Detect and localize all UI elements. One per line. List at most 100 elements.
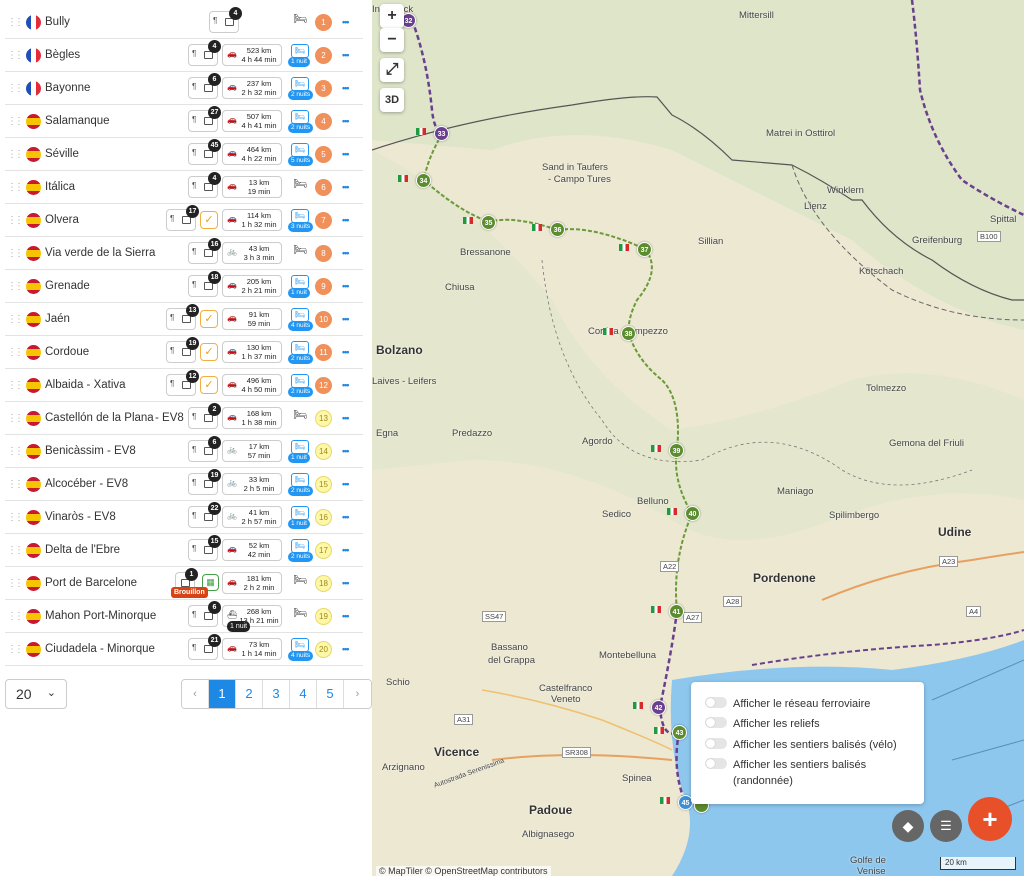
map-attribution[interactable]: © MapTiler © OpenStreetMap contributors <box>376 866 551 876</box>
stage-name[interactable]: Itálica <box>45 181 75 193</box>
drag-handle-icon[interactable]: ⋮⋮ <box>7 248 24 259</box>
drag-handle-icon[interactable]: ⋮⋮ <box>7 578 24 589</box>
accommodation-button[interactable]: 🛏 5 nuits <box>288 143 314 166</box>
page-button[interactable]: 3 <box>263 680 290 708</box>
notes-photos-button[interactable]: ¶ 4 <box>188 40 221 66</box>
drag-handle-icon[interactable]: ⋮⋮ <box>7 380 24 391</box>
stage-name[interactable]: Olvera <box>45 214 79 226</box>
notes-photos-button[interactable]: ¶ 19 <box>166 337 199 363</box>
accommodation-button[interactable]: 🛏 4 nuits <box>288 638 314 661</box>
drag-handle-icon[interactable]: ⋮⋮ <box>7 50 24 61</box>
more-options-icon[interactable]: ••• <box>342 83 350 93</box>
accommodation-button[interactable]: 🛏 <box>291 176 309 193</box>
transport-button[interactable]: 🚗 73 km 1 h 14 min <box>222 638 282 660</box>
more-options-icon[interactable]: ••• <box>342 281 350 291</box>
fullscreen-icon[interactable]: ⤢ <box>380 58 404 82</box>
transport-button[interactable]: 🚗 464 km 4 h 22 min <box>222 143 282 165</box>
route-stage-marker[interactable]: 39 <box>669 443 684 458</box>
transport-button[interactable]: 🚲 17 km 57 min <box>222 440 282 462</box>
validated-check-icon[interactable]: ✓ <box>200 376 218 394</box>
transport-button[interactable]: 🚗 523 km 4 h 44 min <box>222 44 282 66</box>
accommodation-button[interactable]: 🛏 4 nuits <box>288 308 314 331</box>
stage-name[interactable]: Bayonne <box>45 82 90 94</box>
stage-row[interactable]: ⋮⋮ Via verde de la Sierra ¶ 16 🚲 43 km 3 h 3 m… <box>5 237 363 270</box>
stage-row[interactable]: ⋮⋮ Bègles ¶ 4 🚗 523 km 4 h 44 min 🛏 1 nuit 2 ••• <box>5 39 363 72</box>
more-options-icon[interactable]: ••• <box>342 149 350 159</box>
validated-check-icon[interactable]: ✓ <box>200 211 218 229</box>
stage-name[interactable]: Albaida - Xativa <box>45 379 126 391</box>
notes-photos-button[interactable]: ¶ 15 <box>188 535 221 561</box>
validated-check-icon[interactable]: ✓ <box>200 310 218 328</box>
more-options-icon[interactable]: ••• <box>342 116 350 126</box>
more-options-icon[interactable]: ••• <box>342 644 350 654</box>
stage-name[interactable]: Grenade <box>45 280 90 292</box>
drag-handle-icon[interactable]: ⋮⋮ <box>7 446 24 457</box>
drag-handle-icon[interactable]: ⋮⋮ <box>7 17 24 28</box>
notes-photos-button[interactable]: ¶ 17 <box>166 205 199 231</box>
notes-photos-button[interactable]: ¶ 4 <box>209 7 242 33</box>
more-options-icon[interactable]: ••• <box>342 248 350 258</box>
stage-name[interactable]: Mahon Port-Minorque <box>45 610 156 622</box>
transport-button[interactable]: 🚗 114 km 1 h 32 min <box>222 209 282 231</box>
stage-name[interactable]: Salamanque <box>45 115 110 127</box>
accommodation-button[interactable]: 🛏 3 nuits <box>288 209 314 232</box>
stage-name[interactable]: Castellón de la Plana <box>45 412 154 424</box>
stage-row[interactable]: ⋮⋮ Alcocéber - EV8 ¶ 19 🚲 33 km 2 h 5 min 🛏 2 nu… <box>5 468 363 501</box>
stage-row[interactable]: ⋮⋮ Grenade ¶ 18 🚗 205 km 2 h 21 min 🛏 1 nuit 9 ••• <box>5 270 363 303</box>
stage-name[interactable]: Vinaròs - EV8 <box>45 511 116 523</box>
page-button[interactable]: 4 <box>290 680 317 708</box>
stage-row[interactable]: ⋮⋮ Delta de l'Ebre ¶ 15 🚗 52 km 42 min 🛏 2 nuits… <box>5 534 363 567</box>
toggle-switch[interactable] <box>705 738 727 749</box>
more-options-icon[interactable]: ••• <box>342 215 350 225</box>
stage-row[interactable]: ⋮⋮ Bully ¶ 4 🛏 1 ••• <box>5 6 363 39</box>
stage-row[interactable]: ⋮⋮ Itálica ¶ 4 🚗 13 km 19 min 🛏 6 ••• <box>5 171 363 204</box>
more-options-icon[interactable]: ••• <box>342 545 350 555</box>
drag-handle-icon[interactable]: ⋮⋮ <box>7 479 24 490</box>
stage-row[interactable]: ⋮⋮ Albaida - Xativa ✓ ¶ 12 🚗 496 km 4 h 50 min 🛏… <box>5 369 363 402</box>
transport-button[interactable]: 🚲 33 km 2 h 5 min <box>222 473 282 495</box>
notes-photos-button[interactable]: ¶ 4 <box>188 172 221 198</box>
page-button[interactable]: 1 <box>209 680 236 708</box>
accommodation-button[interactable]: 🛏 <box>291 572 309 589</box>
filter-sliders-icon[interactable]: ☰ <box>930 810 962 842</box>
transport-button[interactable]: 🚗 13 km 19 min <box>222 176 282 198</box>
notes-photos-button[interactable]: ¶ 6 <box>188 436 221 462</box>
drag-handle-icon[interactable]: ⋮⋮ <box>7 347 24 358</box>
more-options-icon[interactable]: ••• <box>342 347 350 357</box>
notes-photos-button[interactable]: ¶ 6 <box>188 601 221 627</box>
stage-name[interactable]: Ciudadela - Minorque <box>45 643 155 655</box>
accommodation-button[interactable]: 🛏 1 nuit <box>288 275 310 298</box>
stage-row[interactable]: ⋮⋮ Castellón de la Plana - EV8 ¶ 2 🚗 168 km 1 … <box>5 402 363 435</box>
notes-photos-button[interactable]: ¶ 22 <box>188 502 221 528</box>
transport-button[interactable]: 🚗 52 km 42 min <box>222 539 282 561</box>
map[interactable]: Mittersill Matrei in Osttirol Sand in Tauf… <box>372 0 1024 876</box>
more-options-icon[interactable]: ••• <box>342 17 350 27</box>
drag-handle-icon[interactable]: ⋮⋮ <box>7 644 24 655</box>
more-options-icon[interactable]: ••• <box>342 512 350 522</box>
notes-photos-button[interactable]: ¶ 18 <box>188 271 221 297</box>
notes-photos-button[interactable]: ¶ 19 <box>188 469 221 495</box>
zoom-in-button[interactable]: + <box>380 4 404 28</box>
route-stage-marker[interactable]: 38 <box>621 326 636 341</box>
more-options-icon[interactable]: ••• <box>342 611 350 621</box>
stage-row[interactable]: ⋮⋮ Port de Barcelone ▦ 1 Brouillon 🚗 181 km 2 h… <box>5 567 363 600</box>
transport-button[interactable]: 🚗 507 km 4 h 41 min <box>222 110 282 132</box>
stage-name[interactable]: Bègles <box>45 49 80 61</box>
notes-photos-button[interactable]: ¶ 12 <box>166 370 199 396</box>
route-stage-marker[interactable]: 42 <box>651 700 666 715</box>
page-button[interactable]: 5 <box>317 680 344 708</box>
notes-photos-button[interactable]: ¶ 21 <box>188 634 221 660</box>
stage-row[interactable]: ⋮⋮ Ciudadela - Minorque ¶ 21 🚗 73 km 1 h 14 mi… <box>5 633 363 666</box>
more-options-icon[interactable]: ••• <box>342 578 350 588</box>
stage-row[interactable]: ⋮⋮ Jaén ✓ ¶ 13 🚗 91 km 59 min 🛏 4 nuits 10 ••• <box>5 303 363 336</box>
accommodation-button[interactable]: 🛏 <box>291 242 309 259</box>
stage-row[interactable]: ⋮⋮ Benicàssim - EV8 ¶ 6 🚲 17 km 57 min 🛏 1 nuit 1… <box>5 435 363 468</box>
notes-photos-button[interactable]: ¶ 45 <box>188 139 221 165</box>
more-options-icon[interactable]: ••• <box>342 446 350 456</box>
transport-button[interactable]: 🚗 496 km 4 h 50 min <box>222 374 282 396</box>
drag-handle-icon[interactable]: ⋮⋮ <box>7 314 24 325</box>
drag-handle-icon[interactable]: ⋮⋮ <box>7 116 24 127</box>
add-stage-button[interactable]: + <box>968 797 1012 841</box>
3d-toggle-button[interactable]: 3D <box>380 88 404 112</box>
transport-button[interactable]: 🚗 91 km 59 min <box>222 308 282 330</box>
